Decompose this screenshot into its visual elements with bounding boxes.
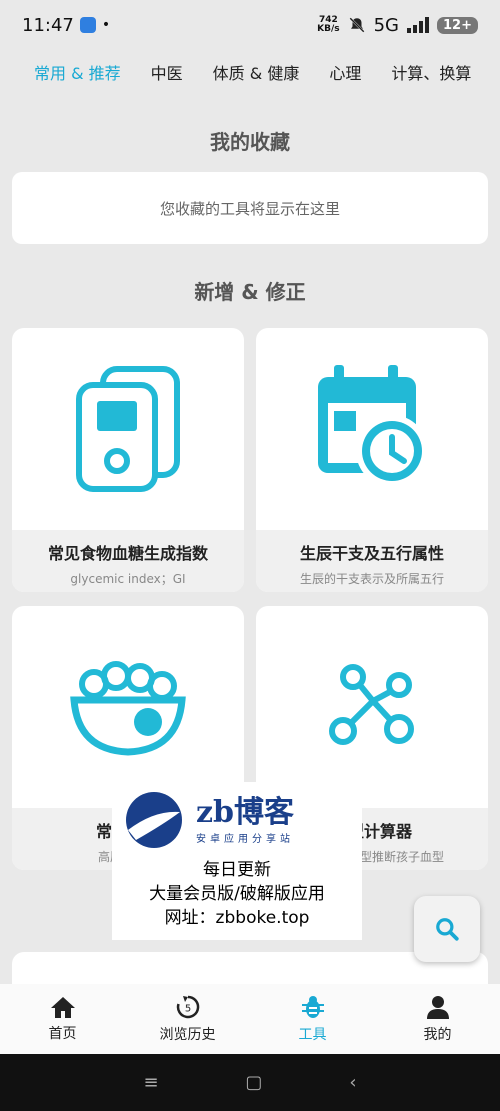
clock: 11:47: [22, 14, 74, 36]
card-title: 生辰干支及五行属性: [299, 544, 444, 563]
net-rate-unit: KB/s: [317, 24, 340, 34]
mute-bell-icon: [349, 17, 365, 33]
tab-constitution-health[interactable]: 体质 & 健康: [213, 60, 300, 84]
zbboke-logo-icon: [126, 792, 182, 848]
watermark-line-3: 网址：zbboke.top: [164, 908, 310, 928]
nav-home[interactable]: 首页: [0, 984, 125, 1054]
food-bowl-icon: [70, 661, 186, 756]
food-glucose-meter-icon: [76, 366, 180, 492]
system-home-button[interactable]: ▢: [245, 1072, 262, 1093]
nav-tools-label: 工具: [298, 1027, 327, 1043]
search-icon: [436, 918, 459, 941]
tab-calculation-conversion[interactable]: 计算、换算: [391, 60, 471, 84]
tab-psychology[interactable]: 心理: [329, 60, 361, 84]
search-button[interactable]: [414, 896, 480, 962]
watermark-overlay: zb博客 安卓应用分享站 每日更新 大量会员版/破解版应用 网址：zbboke.…: [112, 782, 362, 940]
person-icon: [426, 996, 449, 1019]
favorites-empty-text: 您收藏的工具将显示在这里: [159, 199, 340, 218]
nav-history-label: 浏览历史: [159, 1027, 216, 1043]
tab-tcm[interactable]: 中医: [151, 60, 183, 84]
tools-bug-icon: [301, 996, 324, 1018]
history-icon: 5: [176, 995, 199, 1019]
nav-home-label: 首页: [48, 1026, 77, 1042]
watermark-line-2: 大量会员版/破解版应用: [149, 884, 325, 904]
svg-text:5: 5: [184, 1004, 190, 1015]
watermark-brand: zb博客: [196, 794, 295, 830]
category-tabs: 常用 & 推荐 中医 体质 & 健康 心理 计算、换算: [0, 52, 500, 92]
nav-history[interactable]: 5 浏览历史: [125, 984, 250, 1054]
favorites-title: 我的收藏: [210, 130, 290, 154]
molecule-icon: [329, 664, 414, 745]
bottom-nav: 首页 5 浏览历史 工具 我的: [0, 984, 500, 1054]
battery-indicator: 12+: [437, 16, 478, 34]
system-back-button[interactable]: ‹: [349, 1072, 356, 1093]
favorites-empty-card: 您收藏的工具将显示在这里: [12, 172, 488, 244]
tool-card-food-gi[interactable]: 常见食物血糖生成指数 glycemic index；GI: [12, 328, 244, 592]
tool-card-birth-ganzhi[interactable]: 生辰干支及五行属性 生辰的干支表示及所属五行: [256, 328, 488, 592]
system-menu-button[interactable]: ≡: [143, 1072, 158, 1093]
status-dot: •: [101, 17, 111, 33]
net-rate: 742 KB/s: [317, 16, 339, 34]
nav-mine[interactable]: 我的: [375, 984, 500, 1054]
status-bar: 11:47 • 742 KB/s 5G 12+: [0, 0, 500, 50]
nav-tools[interactable]: 工具: [250, 984, 375, 1054]
network-type: 5G: [373, 14, 400, 36]
card-subtitle: 生辰的干支表示及所属五行: [299, 572, 444, 586]
system-nav-bar: ≡ ▢ ‹: [0, 1054, 500, 1111]
home-icon: [50, 997, 75, 1018]
watermark-brand-sub: 安卓应用分享站: [196, 833, 294, 845]
new-section-title: 新增 & 修正: [194, 280, 306, 304]
watermark-line-1: 每日更新: [203, 860, 271, 880]
card-title: 常见食物血糖生成指数: [47, 544, 208, 563]
nav-mine-label: 我的: [423, 1027, 452, 1043]
calendar-clock-icon: [318, 365, 428, 487]
tab-common-recommended[interactable]: 常用 & 推荐: [34, 60, 121, 84]
card-subtitle: glycemic index；GI: [70, 572, 186, 586]
notification-app-icon: [79, 17, 96, 33]
signal-icon: [407, 17, 430, 33]
